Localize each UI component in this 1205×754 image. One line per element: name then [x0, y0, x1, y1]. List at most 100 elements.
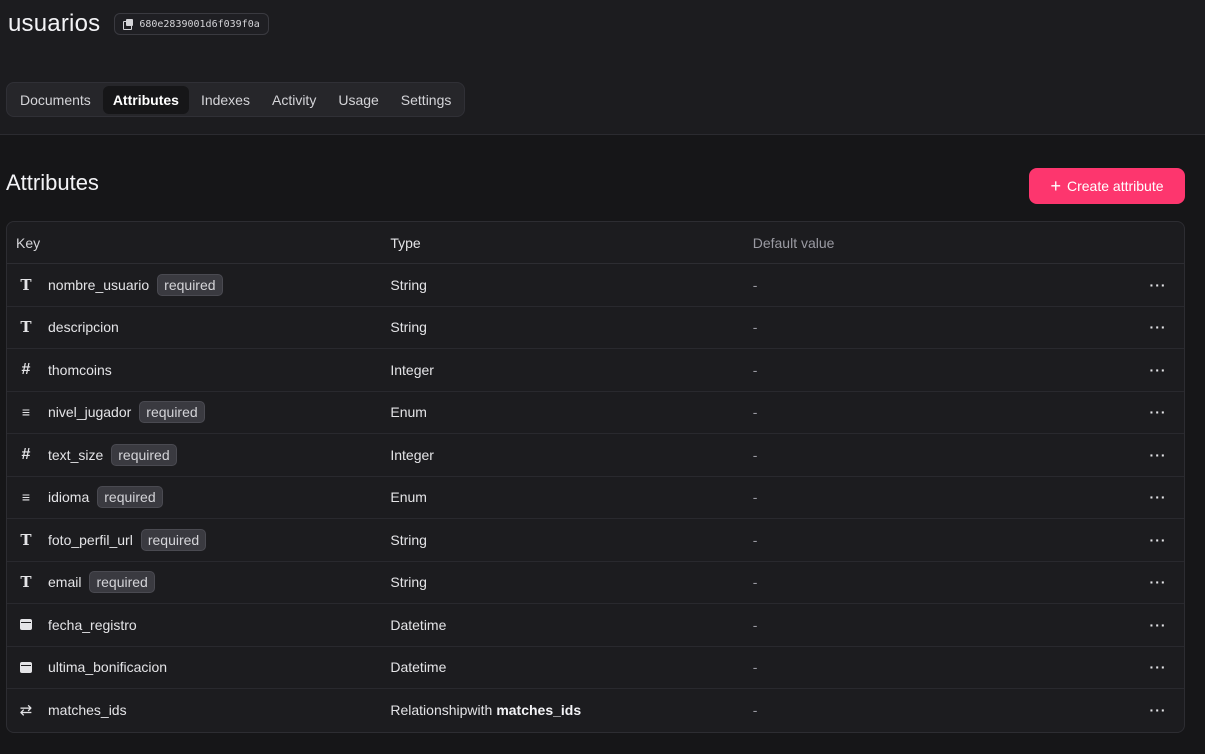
required-badge: required [111, 443, 177, 466]
cell-actions: ··· [1132, 702, 1184, 718]
more-options-icon[interactable]: ··· [1150, 489, 1167, 505]
attribute-type: String [390, 531, 427, 548]
table-row[interactable]: # text_size required Integer - ··· [7, 434, 1184, 477]
cell-key: ≡ idioma required [7, 486, 390, 509]
plus-icon: + [1050, 176, 1061, 196]
table-header: Key Type Default value [7, 222, 1184, 264]
cell-key: Tfoto_perfil_url required [7, 528, 390, 551]
cell-key: Tnombre_usuario required [7, 273, 390, 296]
list-icon: ≡ [21, 489, 31, 506]
tab-settings[interactable]: Settings [391, 86, 462, 114]
header-key: Key [16, 234, 41, 251]
cell-actions: ··· [1132, 659, 1184, 675]
table-row[interactable]: ultima_bonificacion Datetime - ··· [7, 647, 1184, 689]
header-default-value: Default value [752, 234, 835, 251]
header-type: Type [390, 234, 421, 251]
cell-key: ⇄ matches_ids [7, 701, 390, 719]
table-row[interactable]: # thomcoins Integer - ··· [7, 349, 1184, 392]
create-attribute-button[interactable]: + Create attribute [1029, 168, 1185, 204]
table-row[interactable]: Tdescripcion String - ··· [7, 307, 1184, 349]
table-row[interactable]: ≡ nivel_jugador required Enum - ··· [7, 392, 1184, 434]
more-options-icon[interactable]: ··· [1150, 617, 1167, 633]
table-row[interactable]: Tnombre_usuario required String - ··· [7, 264, 1184, 307]
attribute-key: idioma [48, 489, 90, 506]
attribute-type: Datetime [390, 616, 447, 633]
collection-id-copy-button[interactable]: 680e2839001d6f039f0a [114, 13, 269, 35]
attribute-type: Integer [390, 361, 434, 378]
more-options-icon[interactable]: ··· [1150, 319, 1167, 335]
attribute-type: Datetime [390, 659, 447, 676]
cell-default-value: - [752, 319, 758, 336]
more-options-icon[interactable]: ··· [1150, 574, 1167, 590]
more-options-icon[interactable]: ··· [1150, 532, 1167, 548]
cell-key: ultima_bonificacion [7, 659, 390, 675]
cell-type: String [390, 319, 752, 335]
more-options-icon[interactable]: ··· [1150, 702, 1167, 718]
cell-type: String [390, 574, 752, 590]
more-options-icon[interactable]: ··· [1150, 277, 1167, 293]
cell-type: Datetime [390, 659, 752, 675]
collection-tabs: Documents Attributes Indexes Activity Us… [6, 82, 466, 117]
more-options-icon[interactable]: ··· [1150, 362, 1167, 378]
tab-activity[interactable]: Activity [262, 86, 326, 114]
table-row[interactable]: Tfoto_perfil_url required String - ··· [7, 519, 1184, 562]
cell-type: Integer [390, 447, 752, 463]
cell-default-value: - [752, 404, 758, 421]
table-body: Tnombre_usuario required String - ··· Tdescri… [7, 264, 1184, 732]
cell-actions: ··· [1132, 319, 1184, 335]
required-badge: required [140, 528, 207, 551]
attribute-type: String [390, 574, 427, 591]
attributes-table: Key Type Default value Tnombre_usuario re… [6, 221, 1185, 733]
text-icon: T [20, 318, 32, 337]
attribute-type: Integer [390, 446, 434, 463]
tab-usage[interactable]: Usage [328, 86, 388, 114]
cell-type: Relationshipwith matches_ids [390, 702, 752, 718]
attribute-key: foto_perfil_url [48, 531, 133, 548]
text-icon: T [20, 275, 32, 294]
cell-key: Tdescripcion [7, 318, 390, 336]
more-options-icon[interactable]: ··· [1150, 659, 1167, 675]
cell-default-value: - [752, 702, 758, 719]
collection-header: usuarios 680e2839001d6f039f0a Documents … [0, 0, 1205, 135]
tab-attributes[interactable]: Attributes [102, 85, 189, 114]
list-icon: ≡ [21, 404, 31, 421]
title-row: usuarios 680e2839001d6f039f0a [8, 10, 269, 38]
table-row[interactable]: Temail required String - ··· [7, 562, 1184, 604]
attribute-type: Enum [390, 489, 427, 506]
table-row[interactable]: fecha_registro Datetime - ··· [7, 604, 1184, 647]
attribute-key: matches_ids [48, 702, 127, 719]
attribute-key: nivel_jugador [48, 404, 132, 421]
cell-type: Integer [390, 362, 752, 378]
cell-type: Datetime [390, 617, 752, 633]
cell-default-value: - [752, 616, 758, 633]
cell-key: fecha_registro [7, 617, 390, 633]
tab-indexes[interactable]: Indexes [191, 86, 260, 114]
table-row[interactable]: ⇄ matches_ids Relationshipwith matches_ids -… [7, 689, 1184, 732]
cell-key: # text_size required [7, 443, 390, 466]
attribute-key: descripcion [48, 319, 119, 336]
cell-actions: ··· [1132, 404, 1184, 420]
cell-default-value: - [752, 361, 758, 378]
cell-default-value: - [752, 659, 758, 676]
cell-default-value: - [752, 574, 758, 591]
more-options-icon[interactable]: ··· [1150, 447, 1167, 463]
more-options-icon[interactable]: ··· [1150, 404, 1167, 420]
cell-actions: ··· [1132, 362, 1184, 378]
cell-default-value: - [752, 276, 758, 293]
create-attribute-label: Create attribute [1067, 178, 1164, 194]
attribute-key: email [48, 574, 82, 591]
cell-actions: ··· [1132, 574, 1184, 590]
attribute-type: Relationshipwith [390, 702, 493, 719]
required-badge: required [139, 401, 205, 424]
attribute-type: String [390, 276, 427, 293]
cell-actions: ··· [1132, 489, 1184, 505]
attribute-key: nombre_usuario [48, 276, 150, 293]
cell-type: String [390, 277, 752, 293]
tab-documents[interactable]: Documents [10, 86, 101, 114]
collection-id: 680e2839001d6f039f0a [139, 18, 260, 30]
cell-type: Enum [390, 404, 752, 420]
table-row[interactable]: ≡ idioma required Enum - ··· [7, 477, 1184, 519]
attribute-key: thomcoins [48, 361, 112, 378]
cell-key: # thomcoins [7, 361, 390, 379]
collection-title: usuarios [8, 10, 101, 37]
